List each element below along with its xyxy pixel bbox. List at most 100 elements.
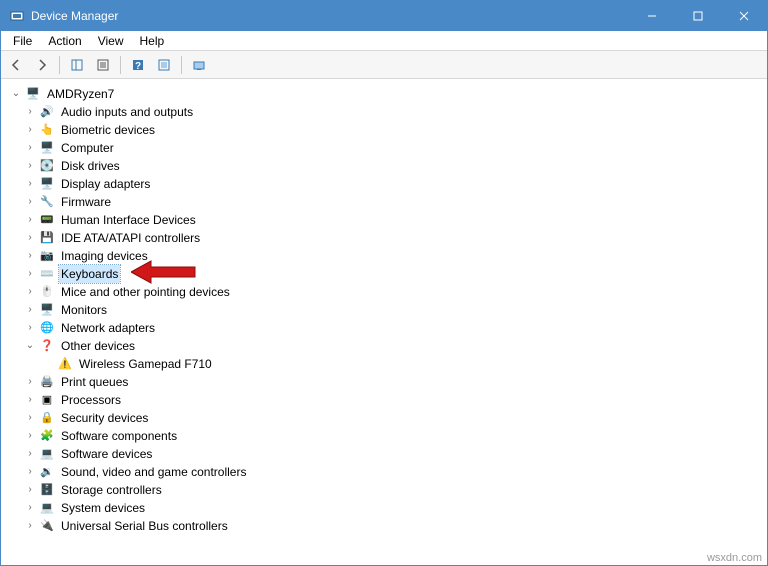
expander-icon[interactable]: › (23, 283, 37, 301)
expander-icon[interactable]: › (23, 265, 37, 283)
device-category-icon: 💻 (39, 446, 55, 462)
tree-node[interactable]: ⌄❓Other devices (5, 337, 763, 355)
close-button[interactable] (721, 1, 767, 31)
tree-node-label[interactable]: Computer (59, 139, 116, 157)
tree-node-label[interactable]: Mice and other pointing devices (59, 283, 232, 301)
scan-hardware-button[interactable] (188, 54, 210, 76)
forward-button[interactable] (31, 54, 53, 76)
tree-node-label[interactable]: Monitors (59, 301, 109, 319)
tree-node-label[interactable]: Processors (59, 391, 123, 409)
expander-icon[interactable]: › (23, 247, 37, 265)
expander-icon[interactable]: › (23, 373, 37, 391)
tree-root[interactable]: ⌄ 🖥️ AMDRyzen7 (5, 85, 763, 103)
tree-node[interactable]: ›💻System devices (5, 499, 763, 517)
device-category-icon: 📷 (39, 248, 55, 264)
tree-node-label[interactable]: IDE ATA/ATAPI controllers (59, 229, 202, 247)
window-controls (629, 1, 767, 31)
expander-icon[interactable]: › (23, 463, 37, 481)
tree-node[interactable]: ›🖱️Mice and other pointing devices (5, 283, 763, 301)
expander-icon[interactable]: › (23, 301, 37, 319)
window-title: Device Manager (31, 9, 629, 23)
menu-help[interactable]: Help (132, 32, 173, 50)
expander-icon[interactable]: › (23, 445, 37, 463)
tree-node-label[interactable]: System devices (59, 499, 147, 517)
tree-node[interactable]: ›💽Disk drives (5, 157, 763, 175)
device-category-icon: 💻 (39, 500, 55, 516)
root-label[interactable]: AMDRyzen7 (45, 85, 116, 103)
tree-node-label[interactable]: Display adapters (59, 175, 152, 193)
properties-button[interactable] (92, 54, 114, 76)
expander-icon[interactable]: › (23, 427, 37, 445)
tree-node-label[interactable]: Software devices (59, 445, 154, 463)
expander-icon[interactable]: › (23, 175, 37, 193)
minimize-button[interactable] (629, 1, 675, 31)
tree-node-label[interactable]: Wireless Gamepad F710 (77, 355, 214, 373)
tree-node[interactable]: ›👆Biometric devices (5, 121, 763, 139)
maximize-button[interactable] (675, 1, 721, 31)
tree-node[interactable]: ›🗄️Storage controllers (5, 481, 763, 499)
tree-node-label[interactable]: Keyboards (59, 265, 120, 283)
back-button[interactable] (5, 54, 27, 76)
expander-icon[interactable]: › (23, 319, 37, 337)
tree-node[interactable]: ›🖥️Monitors (5, 301, 763, 319)
tree-node[interactable]: ›🔧Firmware (5, 193, 763, 211)
menu-file[interactable]: File (5, 32, 40, 50)
menu-action[interactable]: Action (40, 32, 89, 50)
tree-node-label[interactable]: Biometric devices (59, 121, 157, 139)
tree-node[interactable]: ›🧩Software components (5, 427, 763, 445)
tree-node-label[interactable]: Security devices (59, 409, 150, 427)
tree-node[interactable]: ›🖨️Print queues (5, 373, 763, 391)
tree-node[interactable]: ›📟Human Interface Devices (5, 211, 763, 229)
tree-node[interactable]: ›⌨️Keyboards (5, 265, 763, 283)
expander-icon[interactable]: ⌄ (23, 337, 37, 355)
tree-node[interactable]: ›🔊Audio inputs and outputs (5, 103, 763, 121)
tree-node-label[interactable]: Disk drives (59, 157, 122, 175)
expander-icon[interactable]: › (23, 139, 37, 157)
tree-node[interactable]: ›🔉Sound, video and game controllers (5, 463, 763, 481)
expander-icon[interactable]: › (23, 229, 37, 247)
help-button[interactable]: ? (127, 54, 149, 76)
expander-icon[interactable]: › (23, 121, 37, 139)
device-category-icon: 💾 (39, 230, 55, 246)
tree-node[interactable]: ›💻Software devices (5, 445, 763, 463)
expander-icon[interactable]: › (23, 391, 37, 409)
tree-node-label[interactable]: Network adapters (59, 319, 157, 337)
expander-icon[interactable]: › (23, 193, 37, 211)
tree-node-label[interactable]: Imaging devices (59, 247, 150, 265)
tree-node-label[interactable]: Firmware (59, 193, 113, 211)
expander-icon[interactable]: › (23, 157, 37, 175)
tree-node-label[interactable]: Storage controllers (59, 481, 164, 499)
expander-icon[interactable]: › (23, 499, 37, 517)
toolbar-separator (120, 56, 121, 74)
show-hide-console-tree-button[interactable] (66, 54, 88, 76)
tree-node[interactable]: ›🔒Security devices (5, 409, 763, 427)
expander-icon[interactable]: › (23, 481, 37, 499)
tree-node-label[interactable]: Human Interface Devices (59, 211, 198, 229)
title-bar: Device Manager (1, 1, 767, 31)
device-category-icon: 🗄️ (39, 482, 55, 498)
tree-node[interactable]: ›▣Processors (5, 391, 763, 409)
device-category-icon: 👆 (39, 122, 55, 138)
device-tree[interactable]: ⌄ 🖥️ AMDRyzen7 ›🔊Audio inputs and output… (1, 79, 767, 551)
device-category-icon: 🔒 (39, 410, 55, 426)
tree-node-label[interactable]: Print queues (59, 373, 130, 391)
tree-node[interactable]: ›💾IDE ATA/ATAPI controllers (5, 229, 763, 247)
expander-icon[interactable]: › (23, 103, 37, 121)
tree-node[interactable]: ›🌐Network adapters (5, 319, 763, 337)
tree-node[interactable]: ›🖥️Display adapters (5, 175, 763, 193)
tree-node-label[interactable]: Other devices (59, 337, 137, 355)
action-button[interactable] (153, 54, 175, 76)
expander-icon[interactable]: › (23, 517, 37, 535)
tree-node-label[interactable]: Audio inputs and outputs (59, 103, 195, 121)
tree-node-label[interactable]: Universal Serial Bus controllers (59, 517, 230, 535)
tree-node[interactable]: ›📷Imaging devices (5, 247, 763, 265)
tree-node-label[interactable]: Sound, video and game controllers (59, 463, 248, 481)
tree-node[interactable]: ›🖥️Computer (5, 139, 763, 157)
tree-node-label[interactable]: Software components (59, 427, 179, 445)
tree-child-node[interactable]: ⚠️Wireless Gamepad F710 (5, 355, 763, 373)
expander-icon[interactable]: › (23, 409, 37, 427)
tree-node[interactable]: ›🔌Universal Serial Bus controllers (5, 517, 763, 535)
expander-icon[interactable]: › (23, 211, 37, 229)
menu-view[interactable]: View (90, 32, 132, 50)
expander-icon[interactable]: ⌄ (9, 85, 23, 103)
